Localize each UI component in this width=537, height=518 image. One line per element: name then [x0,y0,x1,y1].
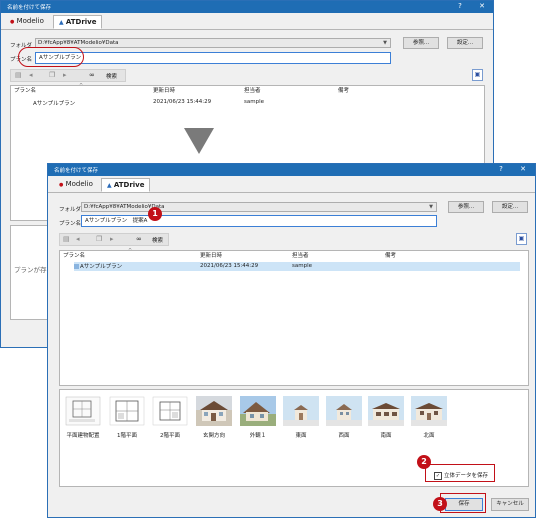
back-titlebar: 名前を付けて保存 ? ✕ [1,1,493,13]
view-list-icon[interactable]: ▤ [15,71,22,80]
arrow-down-icon [184,128,214,154]
thumbnail-entrance-view[interactable] [196,396,232,426]
front-col-notes[interactable]: 備考 [385,251,396,259]
front-toolbar: ▤ ◂ ❐ ▸ ∞ 検索 [59,233,169,246]
sort-asc-icon: ^ [128,248,133,254]
atdrive-logo-icon: ▲ [59,19,64,26]
thumbnail-caption: 北面 [423,433,435,439]
arrow-right-icon[interactable]: ▸ [110,235,114,244]
view-list-icon[interactable]: ▤ [63,235,70,244]
back-preview-panel: プランが存 [10,225,50,320]
thumbnail-caption: 1階平面 [117,433,137,439]
back-col-updated[interactable]: 更新日時 [153,86,175,94]
thumbnail-caption: 玄関方向 [202,433,225,439]
chevron-down-icon: ▼ [383,40,387,46]
back-search-label[interactable]: 検索 [106,72,117,80]
thumbnail-caption: 外観１ [249,433,267,439]
thumbnail-caption: 南面 [380,433,392,439]
front-help-button[interactable]: ? [494,165,508,174]
back-col-plan-name[interactable]: プラン名 [14,86,36,94]
back-row-updated: 2021/06/23 15:44:29 [153,99,212,105]
plan-file-icon [74,264,79,269]
back-tab-modelio[interactable]: ● Modelio [5,15,49,27]
copy-icon[interactable]: ❐ [96,235,102,244]
thumbnail-south[interactable] [368,396,404,426]
back-folder-combo[interactable]: D:¥fcApp¥8¥ATModelio¥Data ▼ [35,38,391,48]
front-settings-button[interactable]: 設定... [492,201,528,213]
thumbnail-site-plan[interactable] [65,396,101,426]
front-browse-button[interactable]: 参照... [448,201,484,213]
thumbnail-2f-plan[interactable] [152,396,188,426]
binoculars-icon[interactable]: ∞ [136,235,142,244]
back-tab-strip: ● Modelio ▲ ATDrive [1,13,493,30]
modelio-logo-icon: ● [59,182,64,188]
back-row-plan-name: Aサンプルプラン [33,101,76,107]
front-tab-modelio[interactable]: ● Modelio [54,178,98,190]
front-title: 名前を付けて保存 [54,168,99,174]
back-toolbar: ▤ ◂ ❐ ▸ ∞ 検索 [10,69,126,82]
front-tab-strip: ● Modelio ▲ ATDrive [48,176,535,193]
front-plan-name-input[interactable]: Aサンプルプラン 提案A [81,215,437,227]
callout-3: 3 [433,497,447,511]
binoculars-icon[interactable]: ∞ [89,71,95,80]
arrow-right-icon[interactable]: ▸ [63,71,67,80]
sort-asc-icon: ^ [79,83,84,89]
callout-2: 2 [417,455,431,469]
thumbnail-caption: 西面 [338,433,350,439]
thumbnail-west[interactable] [326,396,362,426]
back-settings-button[interactable]: 設定... [447,37,483,49]
front-plan-label: プラン名 [59,221,82,227]
thumbnail-caption: 東面 [295,433,307,439]
front-row-owner: sample [292,263,312,269]
front-plan-list: プラン名 ^ 更新日時 担当者 備考 Aサンプルプラン 2021/06/23 1… [59,248,529,386]
front-row-updated: 2021/06/23 15:44:29 [200,263,259,269]
front-col-owner[interactable]: 担当者 [292,251,309,259]
copy-icon[interactable]: ❐ [49,71,55,80]
front-titlebar: 名前を付けて保存 ? ✕ [48,164,535,176]
back-tab-atdrive[interactable]: ▲ ATDrive [53,15,103,29]
modelio-logo-icon: ● [10,19,15,25]
thumbnail-east[interactable] [283,396,319,426]
atdrive-logo-icon: ▲ [107,182,112,189]
front-row-plan-name: Aサンプルプラン [80,264,123,270]
back-tab-modelio-label: Modelio [16,17,44,25]
front-col-updated[interactable]: 更新日時 [200,251,222,259]
back-col-owner[interactable]: 担当者 [244,86,261,94]
back-picture-toggle-icon[interactable]: ▣ [472,69,483,81]
arrow-left-icon[interactable]: ◂ [76,235,80,244]
back-help-button[interactable]: ? [453,2,467,11]
back-close-button[interactable]: ✕ [475,2,489,11]
front-tab-atdrive-label: ATDrive [113,181,145,189]
thumbnail-caption: 平面建物配置 [66,433,100,439]
front-search-label[interactable]: 検索 [152,236,163,244]
back-folder-path: D:¥fcApp¥8¥ATModelio¥Data [38,40,119,46]
table-row[interactable]: Aサンプルプラン [33,99,75,107]
arrow-left-icon[interactable]: ◂ [29,71,33,80]
back-highlight-ring [18,47,84,67]
callout-1: 1 [148,207,162,221]
thumbnail-north[interactable] [411,396,447,426]
front-tab-modelio-label: Modelio [65,180,93,188]
back-plan-name-input[interactable]: Aサンプルプラン [35,52,391,64]
chevron-down-icon: ▼ [429,204,433,210]
thumbnail-1f-plan[interactable] [109,396,145,426]
back-tab-atdrive-label: ATDrive [65,18,97,26]
thumbnail-caption: 2階平面 [160,433,180,439]
back-col-notes[interactable]: 備考 [338,86,349,94]
front-tab-atdrive[interactable]: ▲ ATDrive [101,178,151,192]
front-picture-toggle-icon[interactable]: ▣ [516,233,527,245]
front-col-plan-name[interactable]: プラン名 [63,251,85,259]
back-title: 名前を付けて保存 [7,5,52,11]
back-partial-text: プランが存 [14,266,47,274]
front-close-button[interactable]: ✕ [516,165,530,174]
back-browse-button[interactable]: 参照... [403,37,439,49]
thumbnail-exterior-1[interactable] [240,396,276,426]
cancel-button[interactable]: キャンセル [491,498,529,511]
save-3d-highlight [425,464,495,482]
front-folder-label: フォルダ [59,207,82,213]
front-folder-combo[interactable]: D:¥fcApp¥8¥ATModelio¥Data ▼ [81,202,437,212]
back-row-owner: sample [244,99,264,105]
